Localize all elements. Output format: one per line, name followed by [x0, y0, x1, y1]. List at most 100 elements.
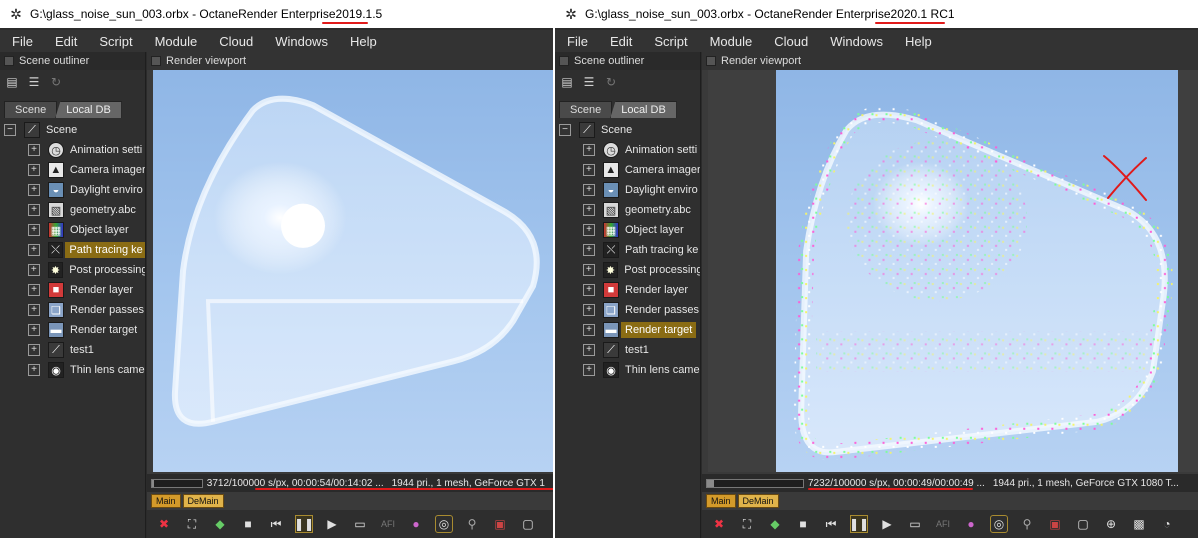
menu-cloud[interactable]: Cloud: [211, 34, 261, 49]
tab-scene[interactable]: Scene: [559, 101, 613, 118]
render-region-icon[interactable]: ▣: [1046, 515, 1064, 533]
menu-file[interactable]: File: [4, 34, 41, 49]
tab-scene[interactable]: Scene: [4, 101, 58, 118]
pause-icon[interactable]: ❚❚: [294, 515, 314, 533]
expand-all-icon[interactable]: ▤: [559, 74, 575, 90]
refresh-icon[interactable]: ↻: [603, 74, 619, 90]
tree-item[interactable]: + ⤬ Path tracing ke: [555, 240, 700, 260]
expand-icon[interactable]: +: [583, 204, 595, 216]
expand-icon[interactable]: +: [28, 304, 40, 316]
menu-windows[interactable]: Windows: [822, 34, 891, 49]
expand-icon[interactable]: +: [28, 264, 40, 276]
menu-help[interactable]: Help: [897, 34, 940, 49]
menu-module[interactable]: Module: [702, 34, 761, 49]
expand-icon[interactable]: +: [583, 304, 595, 316]
menu-file[interactable]: File: [559, 34, 596, 49]
expand-icon[interactable]: +: [583, 184, 595, 196]
panel-toggle-icon[interactable]: [559, 56, 569, 66]
tree-item[interactable]: + ❏ Render passes: [0, 300, 145, 320]
tree-item[interactable]: + ▧ geometry.abc: [0, 200, 145, 220]
expand-icon[interactable]: +: [28, 224, 40, 236]
expand-icon[interactable]: +: [28, 184, 40, 196]
menu-edit[interactable]: Edit: [602, 34, 640, 49]
render-canvas[interactable]: [708, 70, 1198, 472]
lock-viewport-icon[interactable]: ▢: [1074, 515, 1092, 533]
tree-item[interactable]: + ❏ Render passes: [555, 300, 700, 320]
render-canvas[interactable]: [153, 70, 553, 472]
expand-icon[interactable]: +: [583, 164, 595, 176]
expand-icon[interactable]: +: [28, 344, 40, 356]
tree-item[interactable]: + ■ Render layer: [555, 280, 700, 300]
clay-mode-icon[interactable]: ◎: [990, 515, 1008, 533]
afi-icon[interactable]: AFI: [934, 515, 952, 533]
expand-icon[interactable]: +: [583, 264, 595, 276]
menu-help[interactable]: Help: [342, 34, 385, 49]
panel-toggle-icon[interactable]: [151, 56, 161, 66]
afi-icon[interactable]: AFI: [379, 515, 397, 533]
expand-icon[interactable]: +: [583, 244, 595, 256]
collapse-icon[interactable]: −: [4, 124, 16, 136]
expand-icon[interactable]: +: [28, 244, 40, 256]
play-icon[interactable]: ▶: [878, 515, 896, 533]
tab-local-db[interactable]: Local DB: [55, 101, 122, 118]
display-icon[interactable]: ▭: [906, 515, 924, 533]
restart-icon[interactable]: ⏮: [267, 515, 285, 533]
render-tab-demain[interactable]: DeMain: [182, 494, 224, 508]
menu-script[interactable]: Script: [646, 34, 695, 49]
menu-cloud[interactable]: Cloud: [766, 34, 816, 49]
tree-item[interactable]: + ▦ Object layer: [0, 220, 145, 240]
expand-icon[interactable]: +: [583, 144, 595, 156]
color-wheel-icon[interactable]: ●: [962, 515, 980, 533]
clay-mode-icon[interactable]: ◎: [435, 515, 453, 533]
dropper-icon[interactable]: ⚲: [1018, 515, 1036, 533]
cancel-render-icon[interactable]: ✖: [155, 515, 173, 533]
tree-item[interactable]: + ▧ geometry.abc: [555, 200, 700, 220]
collapse-all-icon[interactable]: ☰: [26, 74, 42, 90]
expand-icon[interactable]: +: [583, 224, 595, 236]
render-tab-main[interactable]: Main: [706, 494, 736, 508]
play-icon[interactable]: ▶: [323, 515, 341, 533]
lock-viewport-icon[interactable]: ▢: [519, 515, 537, 533]
zoom-icon[interactable]: ⊕: [1102, 515, 1120, 533]
menu-edit[interactable]: Edit: [47, 34, 85, 49]
expand-icon[interactable]: +: [28, 284, 40, 296]
gauge-icon[interactable]: ◔: [1158, 515, 1176, 533]
tree-root-scene[interactable]: − ⟋ Scene: [555, 120, 700, 140]
tree-item[interactable]: + ◒ Daylight enviro: [0, 180, 145, 200]
expand-icon[interactable]: +: [28, 144, 40, 156]
tree-item[interactable]: + ⤬ Path tracing ke: [0, 240, 145, 260]
expand-icon[interactable]: +: [28, 324, 40, 336]
tree-item[interactable]: + ⟋ test1: [0, 340, 145, 360]
color-wheel-icon[interactable]: ●: [407, 515, 425, 533]
panel-toggle-icon[interactable]: [4, 56, 14, 66]
display-icon[interactable]: ▭: [351, 515, 369, 533]
tree-item[interactable]: + ✸ Post processing: [555, 260, 700, 280]
checker-icon[interactable]: ▩: [1130, 515, 1148, 533]
collapse-icon[interactable]: −: [559, 124, 571, 136]
stop-icon[interactable]: ■: [239, 515, 257, 533]
tree-item[interactable]: + ◉ Thin lens came: [555, 360, 700, 380]
focus-picker-icon[interactable]: ◆: [211, 515, 229, 533]
menu-windows[interactable]: Windows: [267, 34, 336, 49]
tree-item[interactable]: + ◒ Daylight enviro: [555, 180, 700, 200]
render-tab-main[interactable]: Main: [151, 494, 181, 508]
tree-item[interactable]: + ◷ Animation setti: [0, 140, 145, 160]
region-icon[interactable]: ⛶: [738, 515, 756, 533]
expand-icon[interactable]: +: [583, 284, 595, 296]
expand-all-icon[interactable]: ▤: [4, 74, 20, 90]
tree-item[interactable]: + ⟋ test1: [555, 340, 700, 360]
expand-icon[interactable]: +: [583, 324, 595, 336]
tree-item[interactable]: + ▬ Render target: [0, 320, 145, 340]
expand-icon[interactable]: +: [28, 204, 40, 216]
tree-item[interactable]: + ✸ Post processing: [0, 260, 145, 280]
expand-icon[interactable]: +: [28, 364, 40, 376]
region-icon[interactable]: ⛶: [183, 515, 201, 533]
cancel-render-icon[interactable]: ✖: [710, 515, 728, 533]
stop-icon[interactable]: ■: [794, 515, 812, 533]
tree-item[interactable]: + ▦ Object layer: [555, 220, 700, 240]
expand-icon[interactable]: +: [583, 344, 595, 356]
tree-item[interactable]: + ▬ Render target: [555, 320, 700, 340]
render-tab-demain[interactable]: DeMain: [737, 494, 779, 508]
dropper-icon[interactable]: ⚲: [463, 515, 481, 533]
pause-icon[interactable]: ❚❚: [849, 515, 869, 533]
